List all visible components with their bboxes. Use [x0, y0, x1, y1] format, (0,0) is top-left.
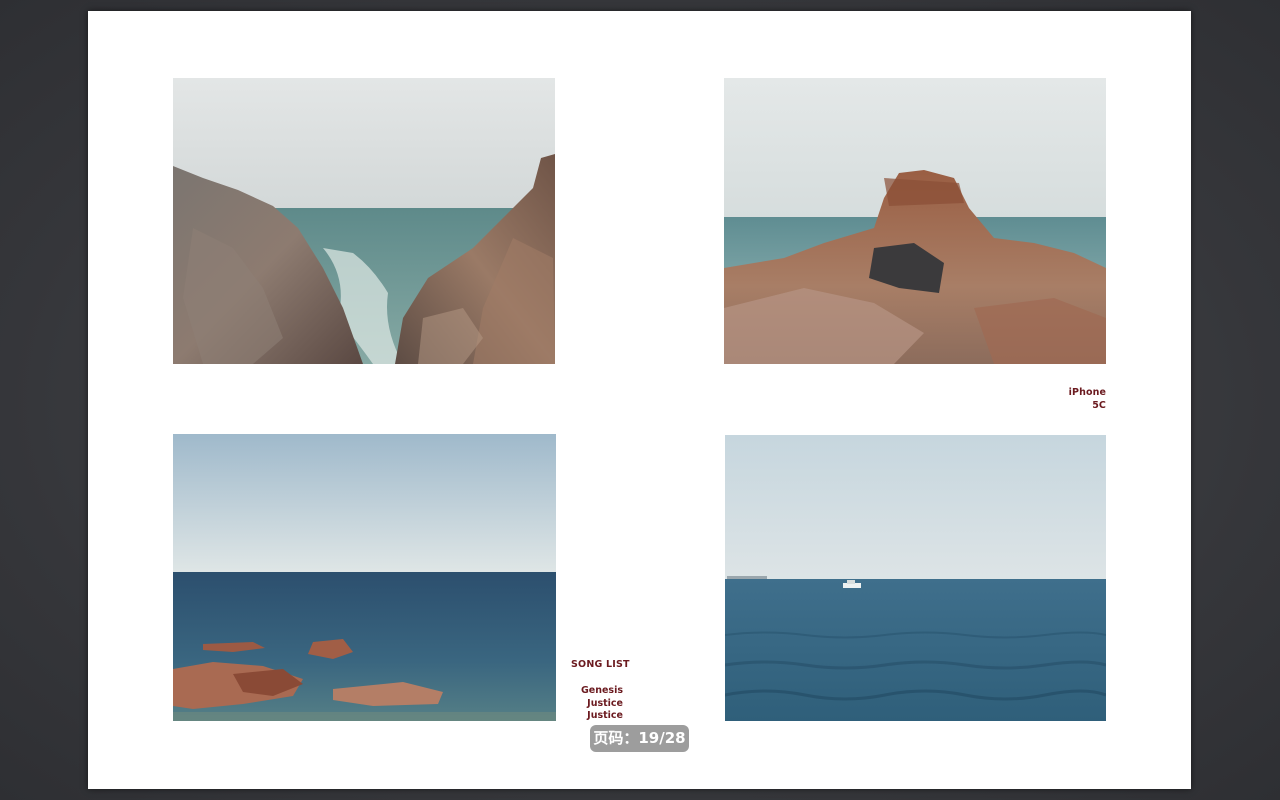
document-page: iPhone 5C SONG LIST Genesis Justice Just…: [88, 11, 1191, 789]
song-list-item: Justice: [587, 697, 623, 709]
photo-rocky-cove: [173, 78, 555, 364]
song-list-title: SONG LIST: [571, 659, 630, 670]
caption-line-1: iPhone: [1068, 387, 1106, 398]
song-list: Genesis Justice Justice: [581, 685, 623, 723]
page-number-indicator: 页码：19/28: [590, 725, 689, 752]
caption-line-2: 5C: [1092, 399, 1106, 411]
document-viewer: iPhone 5C SONG LIST Genesis Justice Just…: [0, 0, 1280, 800]
photo-rock-formation: [724, 78, 1106, 364]
photo-sea-with-rocks: [173, 434, 556, 721]
song-list-item: Genesis: [580, 685, 623, 696]
photo-caption: iPhone 5C: [1069, 387, 1106, 412]
song-list-item: Justice: [587, 710, 623, 721]
photo-open-sea-boat: [725, 435, 1106, 721]
